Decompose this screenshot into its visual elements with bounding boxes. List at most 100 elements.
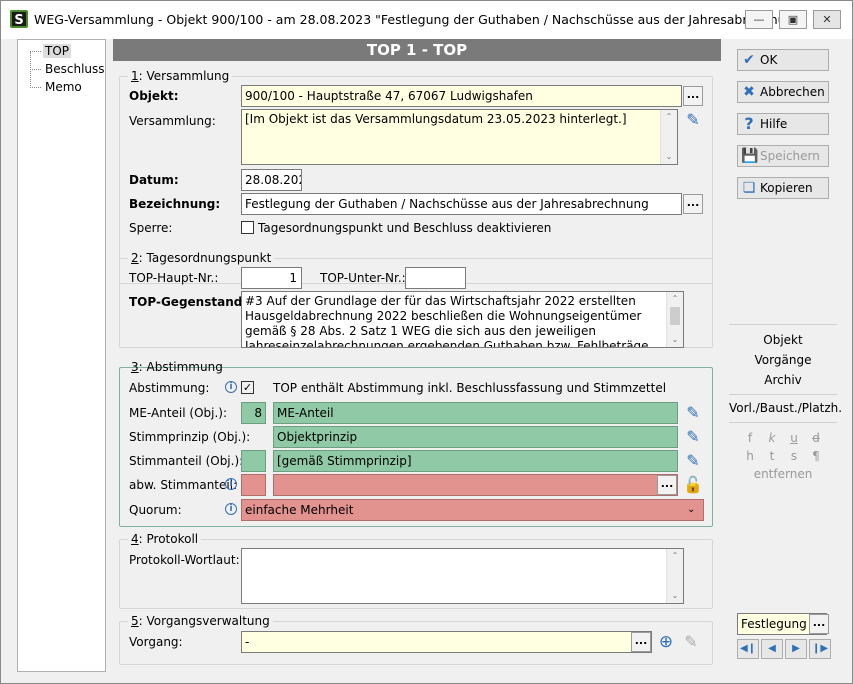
section-protokoll: 4: Protokoll Protokoll-Wortlaut: ⌃ ⌄ <box>119 532 713 609</box>
last-record-icon[interactable]: ❙▶ <box>809 639 831 659</box>
quorum-select[interactable]: einfache Mehrheit <box>241 499 704 521</box>
versammlung-label: Versammlung: <box>129 114 216 128</box>
strike-icon[interactable]: d <box>805 429 827 447</box>
tree-item-memo[interactable]: Memo <box>30 79 84 96</box>
scroll-up-icon[interactable]: ⌃ <box>667 292 683 306</box>
underline-icon[interactable]: u <box>783 429 805 447</box>
nav-lookup-button[interactable]: ... <box>809 614 829 634</box>
me-anteil-number[interactable]: 8 <box>241 402 266 424</box>
check-icon: ✔ <box>743 52 755 68</box>
top-gegenstand-textarea[interactable]: #3 Auf der Grundlage der für das Wirtsch… <box>241 291 684 348</box>
sperre-text: Tagesordnungspunkt und Beschluss deaktiv… <box>258 221 552 235</box>
abw-stimmanteil-lookup-button[interactable]: ... <box>657 475 677 495</box>
section-tagesordnungspunkt: 2: Tagesordnungspunkt TOP-Haupt-Nr.: 1 T… <box>119 251 713 348</box>
low-icon[interactable]: t <box>761 447 783 465</box>
protokoll-scrollbar[interactable]: ⌃ ⌄ <box>666 549 683 603</box>
format-row: fkud <box>729 429 837 447</box>
stimmprinzip-label: Stimmprinzip (Obj.): <box>129 430 251 444</box>
abstimmung-label: Abstimmung: <box>129 381 210 395</box>
tree-item-beschluss[interactable]: Beschluss <box>30 61 107 78</box>
next-record-icon[interactable]: ▶ <box>785 639 807 659</box>
versammlung-textarea[interactable]: [Im Objekt ist das Versammlungsdatum 23.… <box>241 109 678 165</box>
pilcrow-icon[interactable]: ¶ <box>805 447 827 465</box>
scroll-down-icon[interactable]: ⌄ <box>667 333 683 347</box>
tree-item-label: TOP <box>43 44 72 58</box>
ok-label: OK <box>760 53 778 67</box>
objekt-label: Objekt: <box>129 89 179 103</box>
versammlung-text: [Im Objekt ist das Versammlungsdatum 23.… <box>245 112 627 126</box>
vorgang-edit-icon[interactable]: ✎ <box>681 632 701 652</box>
vorgang-lookup-button[interactable]: ... <box>631 632 651 652</box>
info-icon[interactable]: i <box>225 381 237 393</box>
question-icon: ? <box>744 114 754 133</box>
s-icon[interactable]: s <box>783 447 805 465</box>
stimmprinzip-edit-icon[interactable]: ✎ <box>683 427 703 447</box>
versammlung-edit-icon[interactable]: ✎ <box>683 110 703 130</box>
gegenstand-scrollbar[interactable]: ⌃ ⌄ <box>666 292 683 347</box>
add-circle-icon[interactable]: ⊕ <box>656 632 676 652</box>
abw-stimmanteil-field[interactable] <box>273 474 678 496</box>
datum-field[interactable]: 28.08.2023 <box>241 169 302 191</box>
vbp-link[interactable]: Vorl./Baust./Platzh. <box>729 394 842 422</box>
hilfe-button[interactable]: ? Hilfe <box>737 113 829 135</box>
vorgang-label: Vorgang: <box>129 635 183 649</box>
prev-record-icon[interactable]: ◀ <box>761 639 783 659</box>
chevron-down-icon[interactable]: ⌄ <box>687 502 695 518</box>
me-anteil-edit-icon[interactable]: ✎ <box>683 403 703 423</box>
stimmanteil-number[interactable] <box>241 450 266 472</box>
format-row: h t s ¶ <box>729 447 837 465</box>
scroll-thumb[interactable] <box>670 307 680 325</box>
ok-button[interactable]: ✔ OK <box>737 49 829 71</box>
top-haupt-field[interactable]: 1 <box>241 267 302 289</box>
speichern-button[interactable]: 💾 Speichern <box>737 145 829 167</box>
top-unter-field[interactable] <box>405 267 466 289</box>
first-record-icon[interactable]: ◀❙ <box>737 639 759 659</box>
vorgaenge-link[interactable]: Vorgänge <box>729 350 837 370</box>
stimmanteil-field[interactable]: [gemäß Stimmprinzip] <box>273 450 678 472</box>
abw-stimmanteil-number[interactable] <box>241 474 266 496</box>
lock-open-icon[interactable]: 🔓 <box>683 475 703 495</box>
bezeichnung-label: Bezeichnung: <box>129 197 221 211</box>
sperre-checkbox[interactable] <box>241 221 254 234</box>
scroll-up-icon[interactable]: ⌃ <box>661 110 677 124</box>
scroll-up-icon[interactable]: ⌃ <box>667 549 683 563</box>
vorgang-field[interactable]: - <box>241 631 652 653</box>
archiv-link[interactable]: Archiv <box>729 370 837 390</box>
kopieren-button[interactable]: ❏ Kopieren <box>737 177 829 199</box>
abw-stimmanteil-label: abw. Stimmanteil: <box>129 478 238 492</box>
top-gegenstand-text: #3 Auf der Grundlage der für das Wirtsch… <box>245 294 649 348</box>
versammlung-scrollbar[interactable]: ⌃ ⌄ <box>660 110 677 164</box>
hilfe-label: Hilfe <box>760 117 788 131</box>
title-bar: S WEG-Versammlung - Objekt 900/100 - am … <box>1 1 852 39</box>
info-icon[interactable]: i <box>225 503 237 515</box>
right-panel: ✔ OK ✖ Abbrechen ? Hilfe 💾 Speichern ❏ Kopier… <box>729 39 845 672</box>
maximize-button[interactable]: ▣ <box>779 10 807 29</box>
entfernen-link[interactable]: entfernen <box>729 465 837 483</box>
objekt-lookup-button[interactable]: ... <box>683 86 703 106</box>
high-icon[interactable]: h <box>739 447 761 465</box>
close-button[interactable]: ✕ <box>813 10 841 29</box>
stimmprinzip-field[interactable]: Objektprinzip <box>273 426 678 448</box>
tree-item-top[interactable]: TOP <box>30 43 72 60</box>
objekt-field[interactable]: 900/100 - Hauptstraße 47, 67067 Ludwigsh… <box>241 85 682 107</box>
me-anteil-field[interactable]: ME-Anteil <box>273 402 678 424</box>
protokoll-wortlaut-label: Protokoll-Wortlaut: <box>129 553 240 567</box>
bezeichnung-lookup-button[interactable]: ... <box>683 194 703 214</box>
minimize-button[interactable]: — <box>745 10 773 29</box>
scroll-down-icon[interactable]: ⌄ <box>667 589 683 603</box>
scroll-down-icon[interactable]: ⌄ <box>661 150 677 164</box>
objekt-link[interactable]: Objekt <box>729 330 837 350</box>
stimmanteil-edit-icon[interactable]: ✎ <box>683 451 703 471</box>
italic-icon[interactable]: k <box>761 429 783 447</box>
bezeichnung-field[interactable]: Festlegung der Guthaben / Nachschüsse au… <box>241 193 682 215</box>
abbrechen-button[interactable]: ✖ Abbrechen <box>737 81 829 103</box>
bold-icon[interactable]: f <box>739 429 761 447</box>
info-icon[interactable]: i <box>225 478 237 490</box>
protokoll-wortlaut-textarea[interactable]: ⌃ ⌄ <box>241 548 684 604</box>
me-anteil-label: ME-Anteil (Obj.): <box>129 406 228 420</box>
abstimmung-checkbox[interactable]: ✓ <box>241 381 254 394</box>
record-navigator: ◀❙ ◀ ▶ ❙▶ <box>737 639 837 659</box>
top-unter-label: TOP-Unter-Nr.: <box>320 271 406 285</box>
quorum-label: Quorum: <box>129 503 182 517</box>
section-title: 1: Versammlung <box>128 69 233 83</box>
